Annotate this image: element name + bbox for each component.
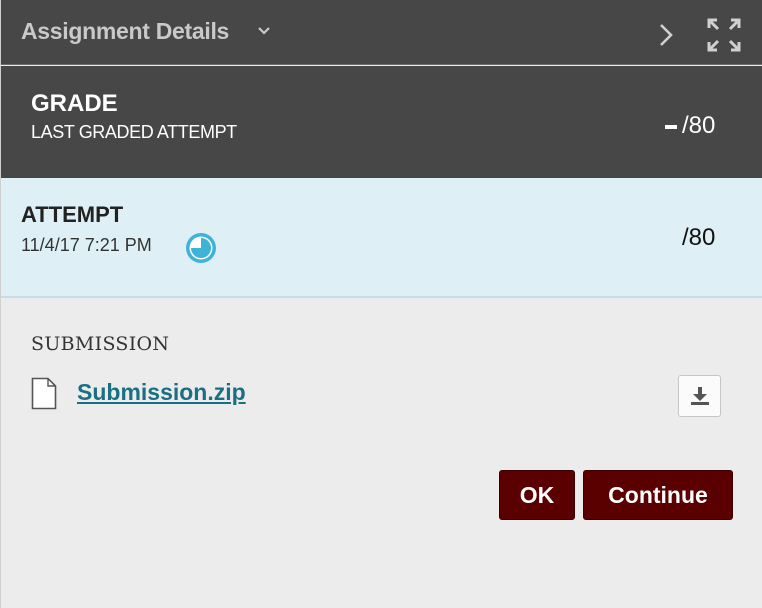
grade-subtitle: LAST GRADED ATTEMPT [31, 122, 237, 142]
panel-title[interactable]: Assignment Details [21, 18, 229, 45]
submission-file-link[interactable]: Submission.zip [77, 379, 246, 406]
grade-title: GRADE [31, 90, 118, 117]
attempt-title: ATTEMPT [21, 202, 124, 227]
grade-empty-value [665, 125, 677, 129]
grade-section: GRADE LAST GRADED ATTEMPT /80 [1, 66, 762, 178]
download-button[interactable] [678, 375, 721, 417]
ok-button[interactable]: OK [499, 470, 575, 520]
submission-label: SUBMISSION [31, 333, 170, 355]
chevron-right-icon[interactable] [658, 22, 674, 48]
grade-score: /80 [682, 112, 716, 139]
attempt-date: 11/4/17 7:21 PM [21, 235, 152, 255]
chevron-down-icon[interactable] [257, 26, 271, 36]
continue-button[interactable]: Continue [583, 470, 733, 520]
assignment-details-panel: Assignment Details GRADE LAST GRADED ATT… [0, 0, 762, 608]
expand-icon[interactable] [707, 18, 741, 52]
attempt-row[interactable]: ATTEMPT 11/4/17 7:21 PM /80 [1, 178, 762, 298]
attempt-score: /80 [682, 224, 716, 251]
file-icon [31, 377, 57, 410]
download-icon [691, 387, 709, 405]
panel-header: Assignment Details [1, 0, 762, 65]
in-progress-clock-icon [186, 233, 216, 263]
